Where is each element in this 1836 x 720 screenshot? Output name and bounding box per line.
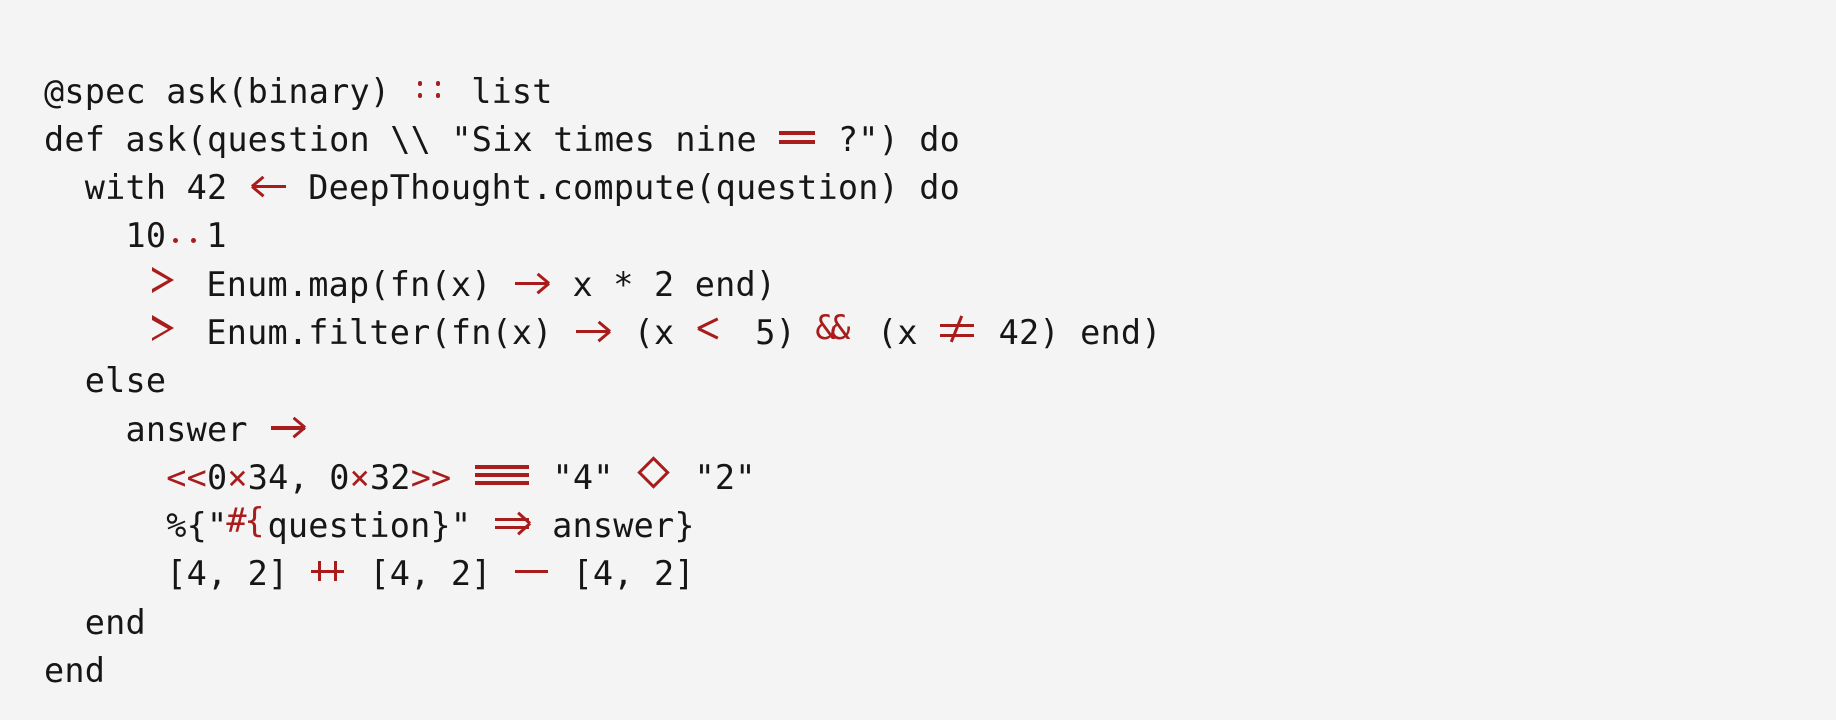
operator-token: << — [166, 457, 207, 497]
code-line: else — [44, 357, 1836, 405]
code-line: end — [44, 599, 1836, 647]
code-block[interactable]: @spec ask(binary) list def ask(question \… — [44, 68, 1836, 696]
code-text: end — [44, 651, 106, 691]
code-text: "2" — [674, 457, 756, 497]
code-line: Enum.map(fn(x) x * 2 end) — [44, 261, 1836, 309]
code-text: Enum.map(fn(x) — [186, 264, 512, 304]
code-text: answer} — [531, 506, 695, 546]
code-line: def ask(question \\ "Six times nine ?") … — [44, 116, 1836, 164]
code-line: %{" #{question}" answer} — [44, 501, 695, 546]
code-line: 10 1 — [44, 212, 1836, 260]
code-line: end — [44, 647, 1836, 695]
code-text: [4, 2] — [44, 554, 309, 594]
code-line: answer — [44, 406, 1836, 454]
code-text: else — [44, 361, 167, 401]
code-text: %{" — [44, 506, 228, 546]
code-text: (x — [613, 312, 695, 352]
code-line: <<0×34, 0×32>> "4" "2" — [44, 454, 1836, 502]
code-text: 0 — [206, 457, 228, 497]
code-text: x * 2 end) — [552, 264, 777, 304]
code-text: ?") do — [817, 119, 961, 159]
code-text: Enum.filter(fn(x) — [186, 312, 574, 352]
operator-token: >> — [410, 457, 452, 497]
code-text: [4, 2] — [552, 554, 695, 594]
code-text: 32 — [369, 457, 411, 497]
hex-prefix-times-glyph: × — [349, 457, 370, 497]
code-line: @spec ask(binary) list — [44, 68, 1836, 116]
code-text: 34, 0 — [247, 457, 350, 497]
code-text: list — [450, 71, 553, 111]
code-line: with 42 DeepThought.compute(question) do — [44, 164, 1836, 212]
code-text: def ask(question \\ "Six times nine — [44, 119, 778, 159]
hex-prefix-times-glyph: × — [227, 457, 248, 497]
code-sample-surface: @spec ask(binary) list def ask(question \… — [0, 0, 1836, 720]
code-text: question}" — [267, 506, 492, 546]
code-text: 10 — [44, 216, 167, 256]
code-text: 1 — [206, 216, 227, 256]
code-text: [4, 2] — [348, 554, 512, 594]
code-line: Enum.filter(fn(x) (x 5) & & (x 42) end) — [44, 309, 1836, 357]
code-text: answer — [44, 409, 269, 449]
code-text: 5) — [734, 312, 817, 352]
code-text: @spec ask(binary) — [44, 71, 411, 111]
code-text: "4" — [532, 457, 634, 497]
code-line: [4, 2] [4, 2] [4, 2] — [44, 550, 1836, 598]
code-text: (x — [856, 312, 939, 352]
code-text: 42) end) — [978, 312, 1162, 352]
code-text: with 42 — [44, 168, 248, 208]
code-text: DeepThought.compute(question) do — [287, 168, 961, 208]
code-text: end — [44, 602, 146, 642]
